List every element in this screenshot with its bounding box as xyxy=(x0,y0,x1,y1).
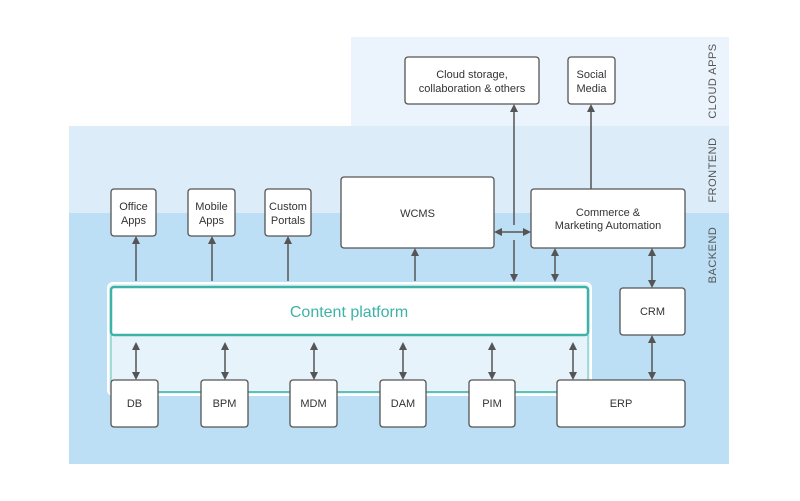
content-platform-box: Content platform xyxy=(109,285,590,337)
lane-label-backend: BACKEND xyxy=(707,227,719,284)
svg-text:collaboration & others: collaboration & others xyxy=(419,83,526,95)
lane-label-cloud: CLOUD APPS xyxy=(707,43,719,118)
svg-text:MDM: MDM xyxy=(300,398,326,410)
lane-label-frontend: FRONTEND xyxy=(707,137,719,202)
node-social-media: Social Media xyxy=(567,56,616,105)
svg-text:Office: Office xyxy=(119,201,148,213)
svg-text:Media: Media xyxy=(577,83,608,95)
node-erp: ERP xyxy=(556,379,686,428)
node-office-apps: Office Apps xyxy=(110,188,157,237)
architecture-diagram: CLOUD APPS FRONTEND BACKEND Content plat… xyxy=(69,37,729,464)
node-bpm: BPM xyxy=(200,379,249,428)
node-pim: PIM xyxy=(468,379,516,428)
node-custom-portals: Custom Portals xyxy=(264,188,312,237)
svg-text:Social: Social xyxy=(577,69,607,81)
svg-text:Custom: Custom xyxy=(269,201,307,213)
node-crm: CRM xyxy=(619,287,686,336)
svg-text:Cloud storage,: Cloud storage, xyxy=(436,69,508,81)
svg-text:Commerce &: Commerce & xyxy=(576,207,641,219)
svg-text:CRM: CRM xyxy=(640,306,665,318)
svg-text:WCMS: WCMS xyxy=(400,208,435,220)
svg-text:Content platform: Content platform xyxy=(290,304,408,321)
node-commerce: Commerce &Marketing Automation xyxy=(530,188,686,249)
svg-text:Apps: Apps xyxy=(121,215,147,227)
svg-text:PIM: PIM xyxy=(482,398,502,410)
node-mdm: MDM xyxy=(289,379,338,428)
svg-text:DB: DB xyxy=(127,398,142,410)
node-cloud-storage: Cloud storage, collaboration & others xyxy=(404,56,540,105)
svg-text:ERP: ERP xyxy=(610,398,633,410)
node-mobile-apps: Mobile Apps xyxy=(187,188,236,237)
node-dam: DAM xyxy=(379,379,427,428)
node-wcms: WCMS xyxy=(340,176,495,249)
svg-text:Portals: Portals xyxy=(271,215,306,227)
svg-text:Mobile: Mobile xyxy=(195,201,227,213)
node-db: DB xyxy=(110,379,159,428)
svg-text:BPM: BPM xyxy=(213,398,237,410)
svg-text:Marketing Automation: Marketing Automation xyxy=(555,220,661,232)
svg-text:DAM: DAM xyxy=(391,398,415,410)
svg-text:Apps: Apps xyxy=(199,215,225,227)
